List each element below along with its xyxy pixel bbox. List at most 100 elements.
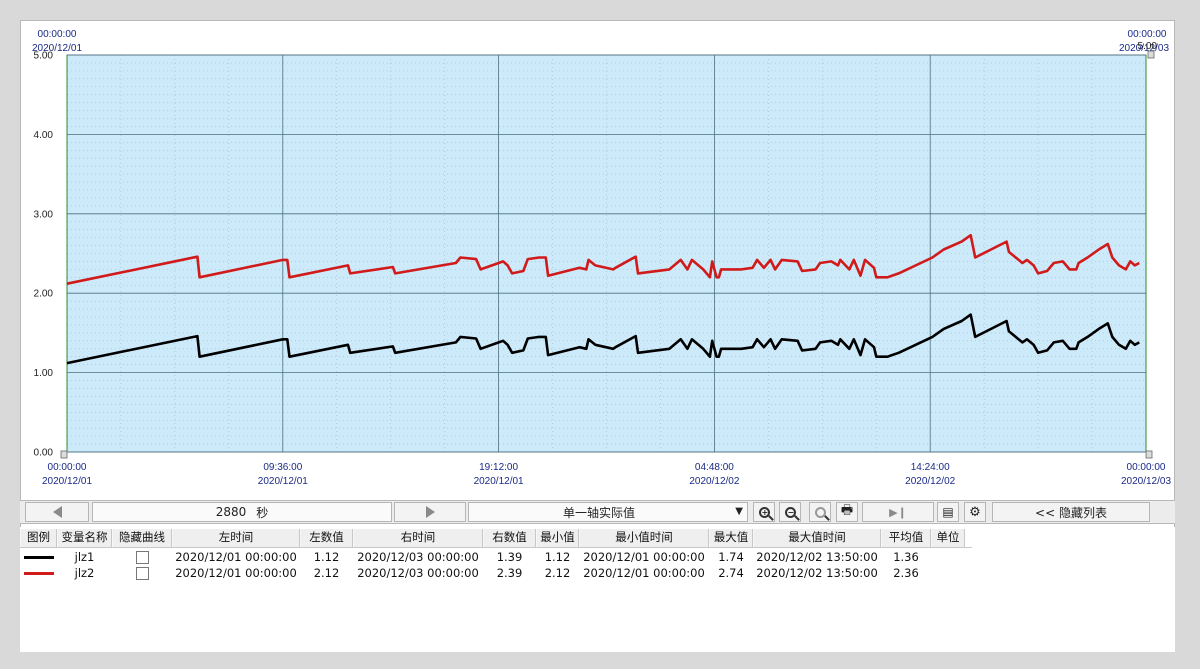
column-header[interactable]: 右数值 (483, 529, 536, 547)
scroll-right-button[interactable] (394, 502, 466, 522)
time-span-unit: 秒 (256, 505, 269, 520)
y-tick-label: 2.00 (34, 289, 54, 300)
table-cell-left-time: 2020/12/01 00:00:00 (175, 566, 297, 580)
legend-swatch (20, 549, 57, 566)
play-button[interactable]: ▶❙ (862, 502, 934, 522)
table-cell-left-time: 2020/12/01 00:00:00 (175, 550, 297, 564)
time-span-value: 2880 (215, 505, 247, 519)
arrow-left-icon (52, 506, 62, 518)
table-cell-right-time: 2020/12/03 00:00:00 (357, 550, 479, 564)
x-tick-date-label: 2020/12/01 (42, 476, 92, 487)
chevron-down-icon: ▼ (735, 506, 743, 517)
table-cell-unit (931, 565, 965, 582)
top-right-time-label: 00:00:00 (1128, 29, 1167, 40)
hide-list-label: << 隐藏列表 (1035, 505, 1107, 520)
export-button[interactable]: ▤ (937, 502, 959, 522)
table-cell-avg: 1.36 (893, 550, 919, 564)
x-tick-date-label: 2020/12/02 (689, 476, 739, 487)
legend-line-icon (23, 556, 54, 559)
x-tick-date-label: 2020/12/01 (258, 476, 308, 487)
variable-table: 图例 变量名称 隐藏曲线 左时间 左数值 右时间 右数值 最小值 最小值时间 最大值 最大值时间 平均… (20, 527, 1175, 652)
table-row[interactable]: jlz2 2020/12/01 00:00:00 2.12 2020/12/03 00… (20, 565, 972, 582)
column-header[interactable]: 最小值 (536, 529, 579, 547)
column-header[interactable]: 右时间 (353, 529, 483, 547)
axis-mode-select[interactable]: 单一轴实际值 ▼ (468, 502, 748, 522)
scroll-left-button[interactable] (25, 502, 89, 522)
hide-curve-checkbox[interactable] (135, 551, 149, 564)
arrow-right-icon (425, 506, 435, 518)
x-tick-time-label: 00:00:00 (48, 462, 87, 473)
zoom-reset-icon (814, 506, 826, 518)
chart-toolbar: 2880 秒 单一轴实际值 ▼ + − 🖶 ▶❙ ▤ ⚙ << 隐藏列表 (20, 500, 1175, 524)
zoom-in-button[interactable]: + (753, 502, 775, 522)
x-tick-date-label: 2020/12/03 (1121, 476, 1171, 487)
table-header: 图例 变量名称 隐藏曲线 左时间 左数值 右时间 右数值 最小值 最小值时间 最大值 最大值时间 平均… (20, 529, 972, 548)
table-cell-min: 1.12 (544, 550, 571, 564)
hide-list-button[interactable]: << 隐藏列表 (992, 502, 1150, 522)
x-tick-time-label: 09:36:00 (263, 462, 302, 473)
y-tick-label: 1.00 (34, 368, 54, 379)
column-header[interactable]: 平均值 (881, 529, 931, 547)
right-cursor-handle[interactable] (1145, 450, 1153, 459)
x-tick-time-label: 14:24:00 (911, 462, 950, 473)
y-tick-label: 4.00 (34, 130, 54, 141)
column-header[interactable]: 图例 (20, 529, 57, 547)
column-header[interactable]: 隐藏曲线 (112, 529, 172, 547)
top-left-date-label: 2020/12/01 (32, 43, 82, 54)
column-header[interactable]: 单位 (931, 529, 965, 547)
legend-swatch (20, 565, 57, 582)
zoom-out-button[interactable]: − (779, 502, 801, 522)
gear-icon: ⚙ (969, 504, 981, 520)
print-button[interactable]: 🖶 (836, 502, 858, 522)
table-row[interactable]: jlz1 2020/12/01 00:00:00 1.12 2020/12/03 00… (20, 549, 972, 566)
table-cell-max: 2.74 (718, 566, 744, 580)
settings-button[interactable]: ⚙ (964, 502, 986, 522)
x-tick-time-label: 00:00:00 (1127, 462, 1166, 473)
column-header[interactable]: 左数值 (300, 529, 353, 547)
x-tick-date-label: 2020/12/02 (905, 476, 955, 487)
table-cell-max-time: 2020/12/02 13:50:00 (756, 550, 878, 564)
hide-curve-checkbox[interactable] (135, 567, 149, 580)
time-span-field[interactable]: 2880 秒 (92, 502, 392, 522)
table-cell-max: 1.74 (718, 550, 744, 564)
table-cell-unit (931, 549, 965, 566)
clipboard-icon: ▤ (942, 505, 954, 519)
table-cell-left-val: 2.12 (313, 566, 340, 580)
table-cell-min: 2.12 (544, 566, 571, 580)
printer-icon: 🖶 (840, 503, 854, 518)
column-header[interactable]: 变量名称 (57, 529, 112, 547)
hide-curve-cell (112, 549, 172, 566)
column-header[interactable]: 最小值时间 (579, 529, 709, 547)
top-right-value-label: 5.00 (1138, 41, 1158, 52)
table-cell-left-val: 1.12 (313, 550, 340, 564)
top-right-cursor-handle[interactable] (1147, 50, 1155, 59)
table-cell-avg: 2.36 (893, 566, 919, 580)
axis-mode-value: 单一轴实际值 (562, 505, 635, 520)
trend-chart[interactable]: 0.00 1.00 2.00 3.00 4.00 5.00 00:00:00 2020/12/… (0, 0, 1200, 500)
table-cell-name: jlz2 (74, 566, 95, 580)
play-end-icon: ▶❙ (889, 505, 907, 519)
table-cell-name: jlz1 (74, 550, 95, 564)
column-header[interactable]: 左时间 (172, 529, 300, 547)
y-tick-label: 3.00 (34, 209, 54, 220)
top-left-time-label: 00:00:00 (38, 29, 77, 40)
table-cell-right-time: 2020/12/03 00:00:00 (357, 566, 479, 580)
zoom-reset-button[interactable] (809, 502, 831, 522)
column-header[interactable]: 最大值 (709, 529, 753, 547)
column-header[interactable]: 最大值时间 (753, 529, 881, 547)
x-tick-time-label: 19:12:00 (479, 462, 518, 473)
table-cell-min-time: 2020/12/01 00:00:00 (583, 566, 705, 580)
table-cell-right-val: 1.39 (496, 550, 523, 564)
x-tick-time-label: 04:48:00 (695, 462, 734, 473)
table-cell-min-time: 2020/12/01 00:00:00 (583, 550, 705, 564)
legend-line-icon (23, 572, 54, 575)
zoom-out-icon: − (784, 506, 796, 518)
left-cursor-handle[interactable] (60, 450, 68, 459)
table-cell-right-val: 2.39 (496, 566, 523, 580)
trend-chart-svg[interactable]: 0.001.002.003.004.005.0000:00:002020/12/… (0, 0, 1200, 500)
hide-curve-cell (112, 565, 172, 582)
zoom-in-icon: + (758, 506, 770, 518)
table-cell-max-time: 2020/12/02 13:50:00 (756, 566, 878, 580)
y-tick-label: 0.00 (34, 448, 54, 459)
x-tick-date-label: 2020/12/01 (474, 476, 524, 487)
